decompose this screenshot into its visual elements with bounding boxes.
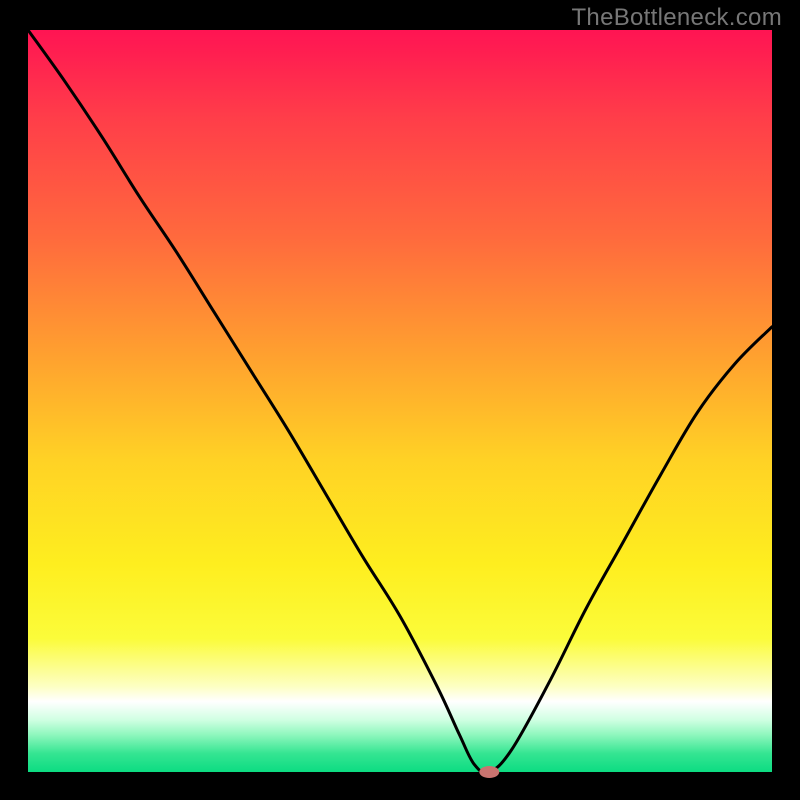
chart-frame: TheBottleneck.com — [0, 0, 800, 800]
minimum-marker-icon — [479, 766, 499, 778]
bottleneck-chart — [0, 0, 800, 800]
gradient-background — [28, 30, 772, 772]
watermark-label: TheBottleneck.com — [571, 4, 782, 32]
